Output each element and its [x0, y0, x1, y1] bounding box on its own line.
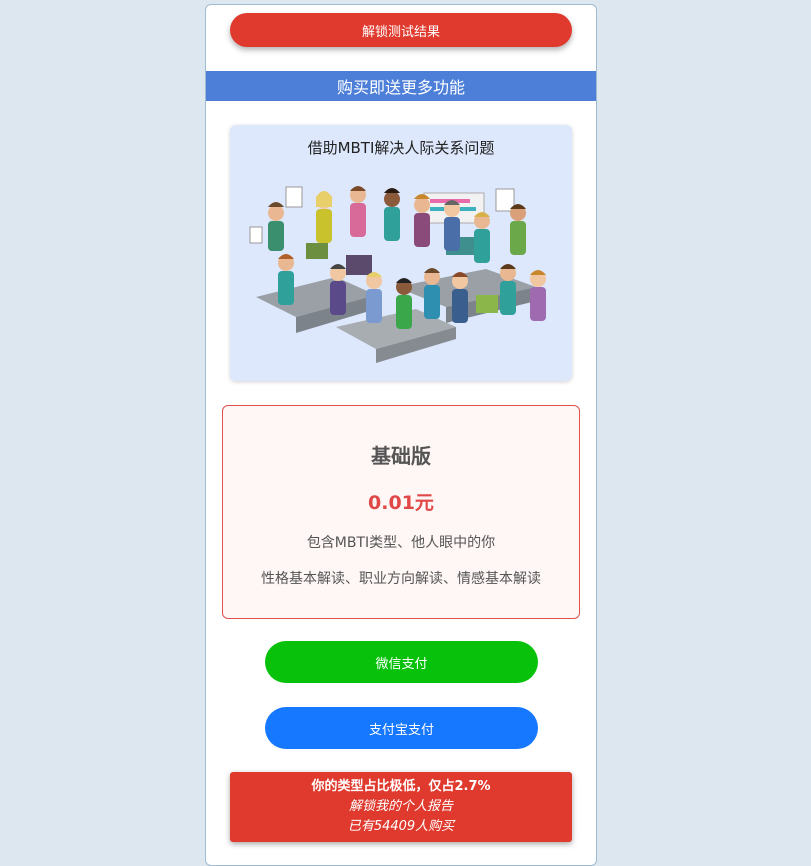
promo-purchase-count: 已有54409人购买: [347, 819, 455, 834]
plan-card[interactable]: 基础版 0.01元 包含MBTI类型、他人眼中的你 性格基本解读、职业方向解读、…: [222, 405, 580, 619]
feature-card: 借助MBTI解决人际关系问题: [230, 125, 572, 381]
office-team-illustration: [249, 186, 546, 363]
plan-price: 0.01元: [368, 492, 434, 514]
feature-title: 借助MBTI解决人际关系问题: [307, 139, 495, 157]
plan-name: 基础版: [371, 444, 431, 468]
promo-banner: 购买即送更多功能: [206, 71, 596, 101]
promo-unlock-text: 解锁我的个人报告: [348, 799, 453, 814]
unlock-result-button[interactable]: 解锁测试结果: [230, 13, 572, 47]
phone-frame: 解锁测试结果 购买即送更多功能 借助MBTI解决人际关系问题 基础版 0.01元…: [205, 4, 597, 866]
wechat-pay-button[interactable]: 微信支付: [265, 641, 538, 683]
promo-rarity-text: 你的类型占比极低，仅占2.7%: [311, 779, 491, 794]
plan-desc-line1: 包含MBTI类型、他人眼中的你: [306, 535, 496, 551]
unlock-report-promo[interactable]: 你的类型占比极低，仅占2.7% 解锁我的个人报告 已有54409人购买: [230, 772, 572, 842]
plan-desc-line2: 性格基本解读、职业方向解读、情感基本解读: [261, 571, 541, 587]
alipay-pay-button[interactable]: 支付宝支付: [265, 707, 538, 749]
